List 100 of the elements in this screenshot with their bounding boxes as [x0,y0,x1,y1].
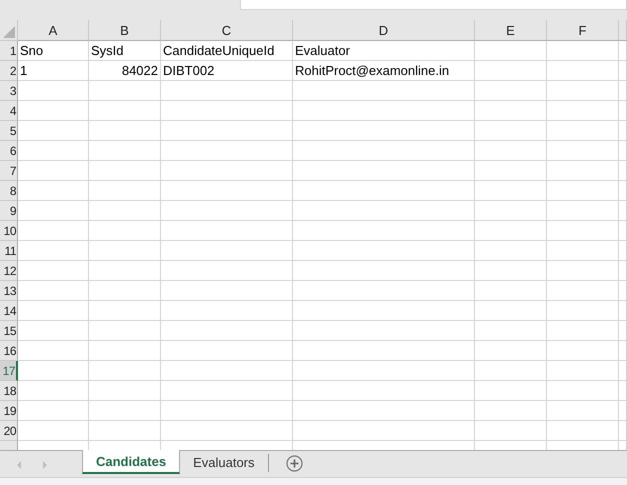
table-cell [547,161,619,181]
row-header[interactable]: 8 [0,181,18,201]
table-cell [89,121,161,141]
table-cell [547,421,619,441]
formula-field[interactable] [240,0,627,10]
row-header[interactable]: 3 [0,81,18,101]
column-header[interactable]: C [161,20,293,41]
table-cell [89,261,161,281]
table-cell [89,181,161,201]
table-cell [89,301,161,321]
table-cell: CandidateUniqueId [161,41,293,61]
table-cell [475,181,547,201]
table-cell [89,321,161,341]
column-header[interactable]: E [475,20,547,41]
table-cell [18,101,89,121]
table-cell [18,321,89,341]
row-header[interactable]: 6 [0,141,18,161]
row-header[interactable]: 18 [0,381,18,401]
table-cell [475,81,547,101]
table-cell [89,201,161,221]
table-cell [18,121,89,141]
table-cell [475,141,547,161]
table-cell: Evaluator [293,41,475,61]
table-cell: 84022 [89,61,161,81]
table-cell [547,261,619,281]
row-header[interactable]: 10 [0,221,18,241]
table-cell [475,261,547,281]
table-cell [547,321,619,341]
table-cell [475,121,547,141]
row-header[interactable]: 16 [0,341,18,361]
table-cell [547,101,619,121]
table-cell [475,401,547,421]
table-cell [18,221,89,241]
table-cell [89,141,161,161]
table-cell [547,221,619,241]
table-cell [475,341,547,361]
table-cell [547,361,619,381]
row-header[interactable]: 19 [0,401,18,421]
table-cell [18,341,89,361]
table-cell [89,421,161,441]
table-cell [475,421,547,441]
table-cell [475,101,547,121]
row-header[interactable]: 17 [0,361,18,381]
table-cell: Sno [18,41,89,61]
column-header[interactable]: D [293,20,475,41]
sheet-tab[interactable]: Evaluators [180,450,268,474]
column-header[interactable]: B [89,20,161,41]
table-cell [18,381,89,401]
row-header[interactable]: 20 [0,421,18,441]
table-cell [89,161,161,181]
table-cell [18,401,89,421]
table-cell [89,381,161,401]
column-header[interactable] [619,20,627,41]
table-cell [547,181,619,201]
table-cell [89,341,161,361]
row-header[interactable]: 14 [0,301,18,321]
table-cell [18,181,89,201]
column-header[interactable]: A [18,20,89,41]
table-cell [547,401,619,421]
row-header[interactable]: 12 [0,261,18,281]
row-header[interactable]: 1 [0,41,18,61]
table-cell [89,361,161,381]
table-cell [18,361,89,381]
table-cell: SysId [89,41,161,61]
table-cell [547,81,619,101]
table-cell [547,121,619,141]
table-cell [89,221,161,241]
table-cell [18,81,89,101]
row-header[interactable]: 9 [0,201,18,221]
scroll-right-icon[interactable] [41,460,49,470]
sheet-tab[interactable]: Candidates [82,450,180,474]
scroll-left-icon[interactable] [15,460,23,470]
row-header[interactable]: 4 [0,101,18,121]
row-header[interactable]: 15 [0,321,18,341]
table-cell [18,161,89,181]
table-cell [475,361,547,381]
table-cell: 1 [18,61,89,81]
select-all-icon[interactable] [3,26,15,38]
row-header[interactable]: 13 [0,281,18,301]
table-cell [475,301,547,321]
row-header[interactable]: 11 [0,241,18,261]
row-header[interactable]: 5 [0,121,18,141]
table-cell [475,161,547,181]
table-cell [547,61,619,81]
table-cell [89,81,161,101]
row-header[interactable]: 7 [0,161,18,181]
table-cell [18,141,89,161]
table-cell [547,141,619,161]
column-header[interactable]: F [547,20,619,41]
table-cell [18,421,89,441]
add-sheet-icon[interactable] [286,455,302,472]
table-cell [475,241,547,261]
table-cell [547,201,619,221]
row-header[interactable]: 2 [0,61,18,81]
table-cell [89,401,161,421]
table-cell [475,61,547,81]
table-cell [547,281,619,301]
table-cell [18,261,89,281]
table-cell [547,301,619,321]
table-cell [89,101,161,121]
